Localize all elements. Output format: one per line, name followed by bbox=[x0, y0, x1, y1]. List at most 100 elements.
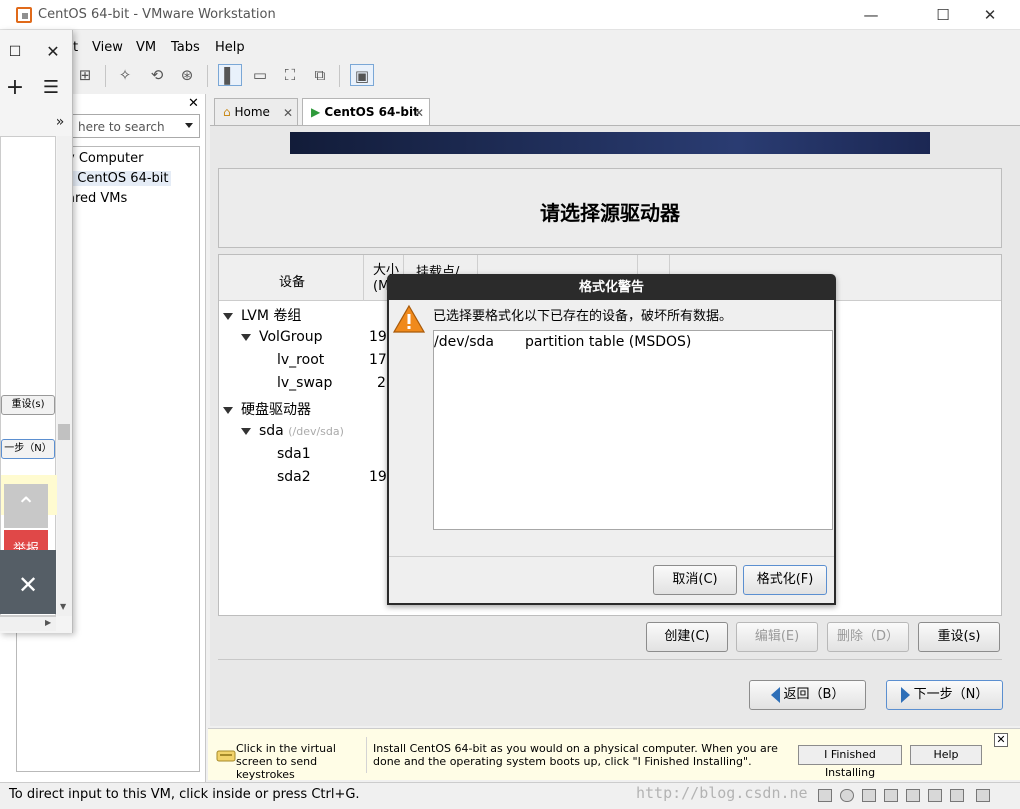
finished-installing-button[interactable]: I Finished Installing bbox=[798, 745, 902, 779]
warning-icon bbox=[393, 304, 425, 333]
printer-icon[interactable] bbox=[950, 789, 964, 802]
expander-icon[interactable] bbox=[223, 312, 233, 320]
back-button[interactable]: 返回（B） bbox=[749, 680, 866, 710]
floating-panel: ☐ ✕ + ☰ » 重设(s) 一步（N） ▼ ⌃ 举报 ✕ ▶ bbox=[0, 30, 73, 633]
tab-strip: ⌂ Home ✕ ▶ CentOS 64-bit ✕ bbox=[210, 96, 1020, 126]
display-icon[interactable] bbox=[976, 789, 990, 802]
tree-row-hard-drives[interactable]: 硬盘驱动器 bbox=[223, 399, 311, 419]
horizontal-scrollbar[interactable]: ▶ bbox=[0, 616, 56, 631]
install-hint-bar: Click in the virtual screen to send keys… bbox=[208, 728, 1020, 781]
overlay-close-button[interactable]: ✕ bbox=[0, 550, 56, 614]
network-icon[interactable]: ⊞ bbox=[73, 64, 97, 86]
page-title: 请选择源驱动器 bbox=[540, 201, 680, 225]
vm-icon: ▶ bbox=[311, 105, 321, 119]
floppy-icon[interactable] bbox=[862, 789, 876, 802]
menu-icon[interactable]: ☰ bbox=[38, 76, 64, 100]
back-to-top-button[interactable]: ⌃ bbox=[4, 484, 48, 528]
installer-header: 请选择源驱动器 bbox=[218, 168, 1002, 248]
full-screen-icon[interactable]: ⛶ bbox=[278, 64, 302, 86]
tree-row-sda1[interactable]: sda1 bbox=[277, 446, 311, 462]
hint-keystrokes-text: Click in the virtual screen to send keys… bbox=[236, 742, 336, 781]
network-adapter-icon[interactable] bbox=[884, 789, 898, 802]
tree-row-volgroup[interactable]: VolGroup bbox=[241, 329, 323, 345]
window-title: CentOS 64-bit - VMware Workstation bbox=[38, 7, 276, 22]
menu-view[interactable]: View bbox=[92, 40, 123, 55]
floating-panel-scrollbar[interactable]: ▼ bbox=[57, 136, 72, 616]
tab-home-close-icon[interactable]: ✕ bbox=[283, 106, 293, 120]
tree-row-size: 17 bbox=[369, 352, 387, 368]
library-item-my-computer[interactable]: y Computer bbox=[67, 151, 143, 166]
toolbar: ⊞ ✧ ⟲ ⊛ ▌ ▭ ⛶ ⧉ ▣ bbox=[73, 60, 1020, 92]
help-button[interactable]: Help bbox=[910, 745, 982, 765]
home-icon: ⌂ bbox=[223, 105, 231, 119]
toolbar-separator bbox=[339, 65, 340, 87]
library-search-placeholder: here to search bbox=[78, 120, 165, 134]
dialog-divider bbox=[389, 556, 834, 557]
tree-row-lv-swap[interactable]: lv_swap bbox=[277, 375, 332, 391]
tab-centos-close-icon[interactable]: ✕ bbox=[414, 106, 424, 120]
hint-close-icon[interactable]: ✕ bbox=[994, 733, 1008, 747]
show-library-icon[interactable]: ▌ bbox=[218, 64, 242, 86]
create-button[interactable]: 创建(C) bbox=[646, 622, 728, 652]
thumbnail-bar-icon[interactable]: ▭ bbox=[248, 64, 272, 86]
snapshot-manager-icon[interactable]: ⊛ bbox=[175, 64, 199, 86]
scrollbar-thumb[interactable] bbox=[58, 424, 70, 440]
status-bar: To direct input to this VM, click inside… bbox=[0, 782, 1020, 809]
toolbar-separator bbox=[105, 65, 106, 87]
divider bbox=[218, 659, 1002, 660]
expander-icon[interactable] bbox=[241, 427, 251, 435]
keyboard-hint-icon bbox=[216, 750, 236, 762]
expander-icon[interactable] bbox=[223, 406, 233, 414]
format-button[interactable]: 格式化(F) bbox=[743, 565, 827, 595]
menu-file-partial[interactable]: t bbox=[73, 40, 78, 55]
format-warning-dialog: 格式化警告 已选择要格式化以下已存在的设备，破坏所有数据。 /dev/sda p… bbox=[387, 274, 836, 605]
snapshot-icon[interactable]: ✧ bbox=[113, 64, 137, 86]
device-description: partition table (MSDOS) bbox=[525, 334, 692, 350]
tab-home-label: Home bbox=[234, 105, 270, 119]
maximize-button[interactable]: ☐ bbox=[920, 0, 966, 30]
title-bar: CentOS 64-bit - VMware Workstation — ☐ ✕ bbox=[0, 0, 1020, 30]
scroll-right-icon[interactable]: ▶ bbox=[45, 618, 51, 627]
cancel-button[interactable]: 取消(C) bbox=[653, 565, 737, 595]
add-icon[interactable]: + bbox=[2, 76, 28, 100]
cd-rom-icon[interactable] bbox=[840, 789, 854, 802]
library-item-centos[interactable]: . CentOS 64-bit bbox=[67, 171, 171, 186]
arrow-right-icon bbox=[900, 686, 910, 703]
hard-disk-icon[interactable] bbox=[818, 789, 832, 802]
menu-tabs[interactable]: Tabs bbox=[171, 40, 200, 55]
usb-icon[interactable] bbox=[906, 789, 920, 802]
chevron-down-icon[interactable] bbox=[185, 123, 193, 128]
dialog-title: 格式化警告 bbox=[389, 276, 834, 300]
tab-centos[interactable]: ▶ CentOS 64-bit ✕ bbox=[302, 98, 430, 126]
edit-button[interactable]: 编辑(E) bbox=[736, 622, 818, 652]
console-view-icon[interactable]: ▣ bbox=[350, 64, 374, 86]
tab-home[interactable]: ⌂ Home ✕ bbox=[214, 98, 298, 126]
tree-row-lvm[interactable]: LVM 卷组 bbox=[223, 305, 301, 325]
fp-reset-button[interactable]: 重设(s) bbox=[1, 395, 55, 415]
tree-row-sda[interactable]: sda (/dev/sda) bbox=[241, 423, 344, 439]
revert-snapshot-icon[interactable]: ⟲ bbox=[145, 64, 169, 86]
menu-vm[interactable]: VM bbox=[136, 40, 156, 55]
library-item-shared-vms[interactable]: ared VMs bbox=[67, 191, 127, 206]
device-list: /dev/sda partition table (MSDOS) bbox=[433, 330, 833, 530]
reset-button[interactable]: 重设(s) bbox=[918, 622, 1000, 652]
library-search-input[interactable]: here to search bbox=[72, 114, 200, 138]
scroll-down-icon[interactable]: ▼ bbox=[60, 602, 66, 611]
expander-icon[interactable] bbox=[241, 333, 251, 341]
fp-next-button[interactable]: 一步（N） bbox=[1, 439, 55, 459]
expand-icon[interactable]: » bbox=[50, 110, 70, 134]
close-window-button[interactable]: ✕ bbox=[967, 0, 1013, 30]
next-button[interactable]: 下一步（N） bbox=[886, 680, 1003, 710]
menu-help[interactable]: Help bbox=[215, 40, 245, 55]
delete-button[interactable]: 删除（D） bbox=[827, 622, 909, 652]
minimize-button[interactable]: — bbox=[848, 0, 894, 30]
sound-icon[interactable] bbox=[928, 789, 942, 802]
library-close-icon[interactable]: ✕ bbox=[188, 96, 199, 111]
tree-row-sda2[interactable]: sda2 bbox=[277, 469, 311, 485]
hint-install-text: Install CentOS 64-bit as you would on a … bbox=[373, 742, 778, 768]
close-icon[interactable]: ✕ bbox=[40, 40, 66, 64]
column-device[interactable]: 设备 bbox=[219, 255, 364, 301]
unity-icon[interactable]: ⧉ bbox=[308, 64, 332, 86]
restore-icon[interactable]: ☐ bbox=[2, 40, 28, 64]
tree-row-lv-root[interactable]: lv_root bbox=[277, 352, 324, 368]
